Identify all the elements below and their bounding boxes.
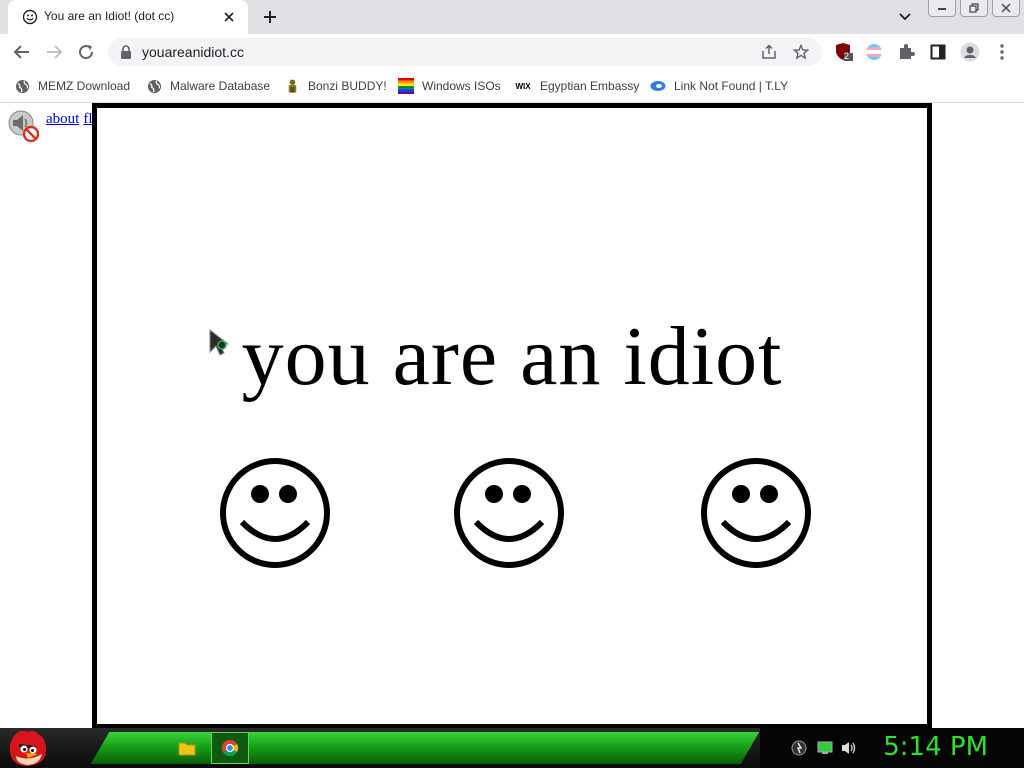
extension-badge: 2 xyxy=(844,51,850,61)
reload-icon xyxy=(79,45,94,60)
wix-icon: WIX xyxy=(515,81,531,91)
browser-tab[interactable]: You are an Idiot! (dot cc) xyxy=(8,0,248,34)
taskbar: 5:14 PM xyxy=(0,728,1024,768)
tly-icon xyxy=(650,78,666,94)
tab-title: You are an Idiot! (dot cc) xyxy=(44,9,175,23)
volume-icon[interactable] xyxy=(840,739,858,757)
folder-icon xyxy=(178,742,196,756)
network-monitor-icon[interactable] xyxy=(816,739,834,757)
taskbar-file-explorer[interactable] xyxy=(168,732,206,764)
reload-button[interactable] xyxy=(74,40,98,64)
smiley-face-icon xyxy=(701,458,811,568)
bookmark-egyptian-embassy[interactable]: WIX Egyptian Embassy xyxy=(514,76,639,96)
minimize-button[interactable] xyxy=(928,0,956,17)
bookmark-malware-database[interactable]: Malware Database xyxy=(146,76,270,96)
close-window-button[interactable] xyxy=(992,0,1020,17)
bookmark-label: Bonzi BUDDY! xyxy=(308,79,387,93)
url-text: youareanidiot.cc xyxy=(142,44,244,60)
back-button[interactable] xyxy=(10,40,34,64)
forward-button[interactable] xyxy=(42,40,66,64)
minimize-icon xyxy=(938,8,946,10)
smiley-icon xyxy=(22,9,38,25)
share-icon[interactable] xyxy=(760,43,778,61)
start-button-angry-bird-icon[interactable] xyxy=(6,728,50,768)
sound-muted-icon[interactable] xyxy=(7,109,41,143)
new-tab-button[interactable] xyxy=(260,7,280,27)
tab-strip: You are an Idiot! (dot cc) xyxy=(0,0,1024,34)
menu-kebab-icon[interactable] xyxy=(992,42,1012,62)
about-link[interactable]: about xyxy=(46,111,79,127)
arrow-right-icon xyxy=(47,45,63,59)
chevron-down-icon xyxy=(899,13,911,21)
restore-button[interactable] xyxy=(960,0,988,17)
bookmark-memz-download[interactable]: MEMZ Download xyxy=(14,76,130,96)
side-panel-icon[interactable] xyxy=(928,42,948,62)
tray-app-icon[interactable] xyxy=(790,739,808,757)
bookmark-label: Link Not Found | T.LY xyxy=(674,79,789,93)
system-tray: 5:14 PM xyxy=(760,728,1024,768)
restore-icon xyxy=(969,3,979,13)
window-controls xyxy=(928,0,1024,18)
bookmark-star-icon[interactable] xyxy=(792,43,810,61)
idiot-frame: you are an idiot xyxy=(92,103,932,729)
smiley-face-icon xyxy=(220,458,330,568)
mouse-cursor-icon xyxy=(209,328,230,356)
smiley-face-icon xyxy=(454,458,564,568)
profile-avatar-icon[interactable] xyxy=(960,42,980,62)
bookmark-tly[interactable]: Link Not Found | T.LY xyxy=(650,76,788,96)
tab-close-icon[interactable] xyxy=(220,8,238,26)
bookmark-label: Malware Database xyxy=(170,79,271,93)
tab-search-button[interactable] xyxy=(896,8,914,26)
address-bar[interactable]: youareanidiot.cc xyxy=(108,38,822,66)
taskbar-chrome[interactable] xyxy=(211,732,249,764)
extensions-puzzle-icon[interactable] xyxy=(896,42,916,62)
bookmark-label: Windows ISOs xyxy=(422,79,501,93)
bookmarks-bar: MEMZ Download Malware Database Bonzi BUD… xyxy=(0,70,1024,103)
lock-icon xyxy=(121,45,131,59)
bookmark-windows-isos[interactable]: Windows ISOs xyxy=(398,76,501,96)
bookmark-label: Egyptian Embassy xyxy=(540,79,640,93)
bonzi-icon xyxy=(284,78,300,94)
globe-icon xyxy=(146,78,162,94)
web-page: aboutflash you are an idiot xyxy=(0,103,1024,729)
ublock-extension-icon[interactable]: 2 xyxy=(834,42,854,62)
close-icon xyxy=(1001,3,1011,13)
taskbar-clock[interactable]: 5:14 PM xyxy=(883,732,988,762)
windows-flag-icon xyxy=(398,78,414,94)
arrow-left-icon xyxy=(13,45,29,59)
globe-icon xyxy=(14,78,30,94)
bookmark-label: MEMZ Download xyxy=(38,79,131,93)
bookmark-bonzi-buddy[interactable]: Bonzi BUDDY! xyxy=(284,76,387,96)
trans-flag-extension-icon[interactable] xyxy=(864,42,884,62)
browser-toolbar: youareanidiot.cc 2 xyxy=(0,34,1024,70)
chrome-icon xyxy=(221,739,239,757)
